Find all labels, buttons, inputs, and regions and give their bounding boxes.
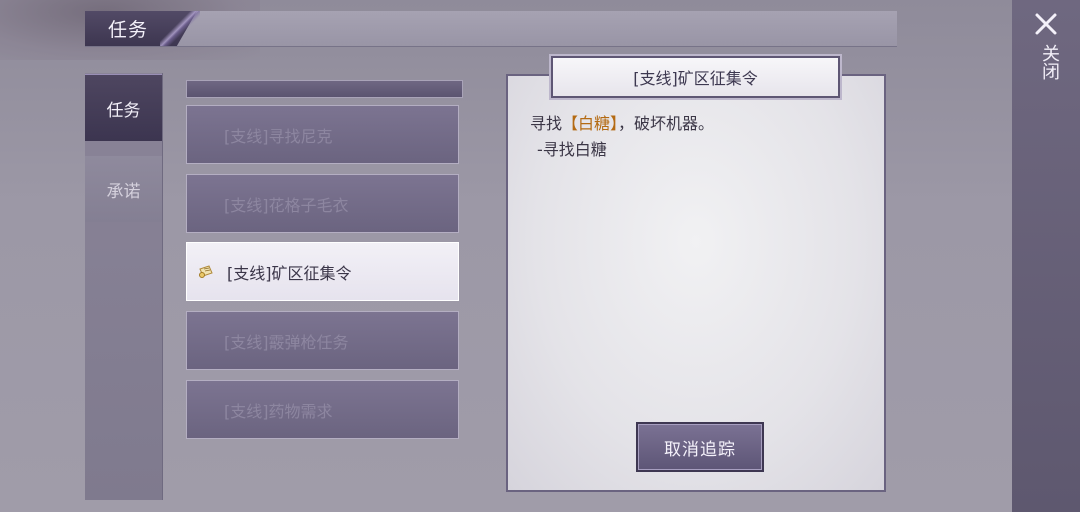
quest-label: [支线]霰弹枪任务: [224, 332, 349, 352]
header-bar: [85, 11, 897, 47]
desc-highlight: 【白糖】: [562, 114, 619, 133]
scroll-icon: [197, 263, 215, 281]
quest-detail-title: [支线]矿区征集令: [633, 69, 758, 88]
quest-step: -寻找白糖: [537, 140, 607, 159]
quest-item-plaid-sweater[interactable]: [支线]花格子毛衣: [186, 174, 459, 233]
close-icon[interactable]: [1034, 12, 1058, 36]
list-scroll-top: [186, 80, 463, 98]
tab-promises-label: 承诺: [106, 181, 141, 202]
quest-detail-title-banner: [支线]矿区征集令: [551, 56, 840, 98]
quest-label: [支线]药物需求: [224, 401, 333, 421]
desc-prefix: 寻找: [530, 114, 563, 133]
quest-item-mine-recruit[interactable]: [支线]矿区征集令: [186, 242, 459, 301]
quest-item-medicine[interactable]: [支线]药物需求: [186, 380, 459, 439]
quest-label: [支线]花格子毛衣: [224, 195, 349, 215]
close-button[interactable]: 关闭: [1030, 44, 1060, 80]
cancel-tracking-button[interactable]: 取消追踪: [636, 422, 764, 472]
cancel-tracking-label: 取消追踪: [664, 439, 736, 460]
tab-quests[interactable]: 任务: [85, 74, 162, 141]
tab-promises[interactable]: 承诺: [85, 156, 162, 222]
quest-item-shotgun[interactable]: [支线]霰弹枪任务: [186, 311, 459, 370]
quest-description: 寻找【白糖】，破坏机器。: [530, 110, 714, 134]
desc-suffix: ，破坏机器。: [618, 114, 715, 133]
quest-label: [支线]寻找尼克: [224, 126, 333, 146]
page-title: 任务: [108, 19, 149, 41]
quest-item-find-nick[interactable]: [支线]寻找尼克: [186, 105, 459, 164]
header-accent: [160, 11, 200, 46]
tab-quests-label: 任务: [106, 100, 141, 121]
quest-label: [支线]矿区征集令: [227, 263, 352, 283]
